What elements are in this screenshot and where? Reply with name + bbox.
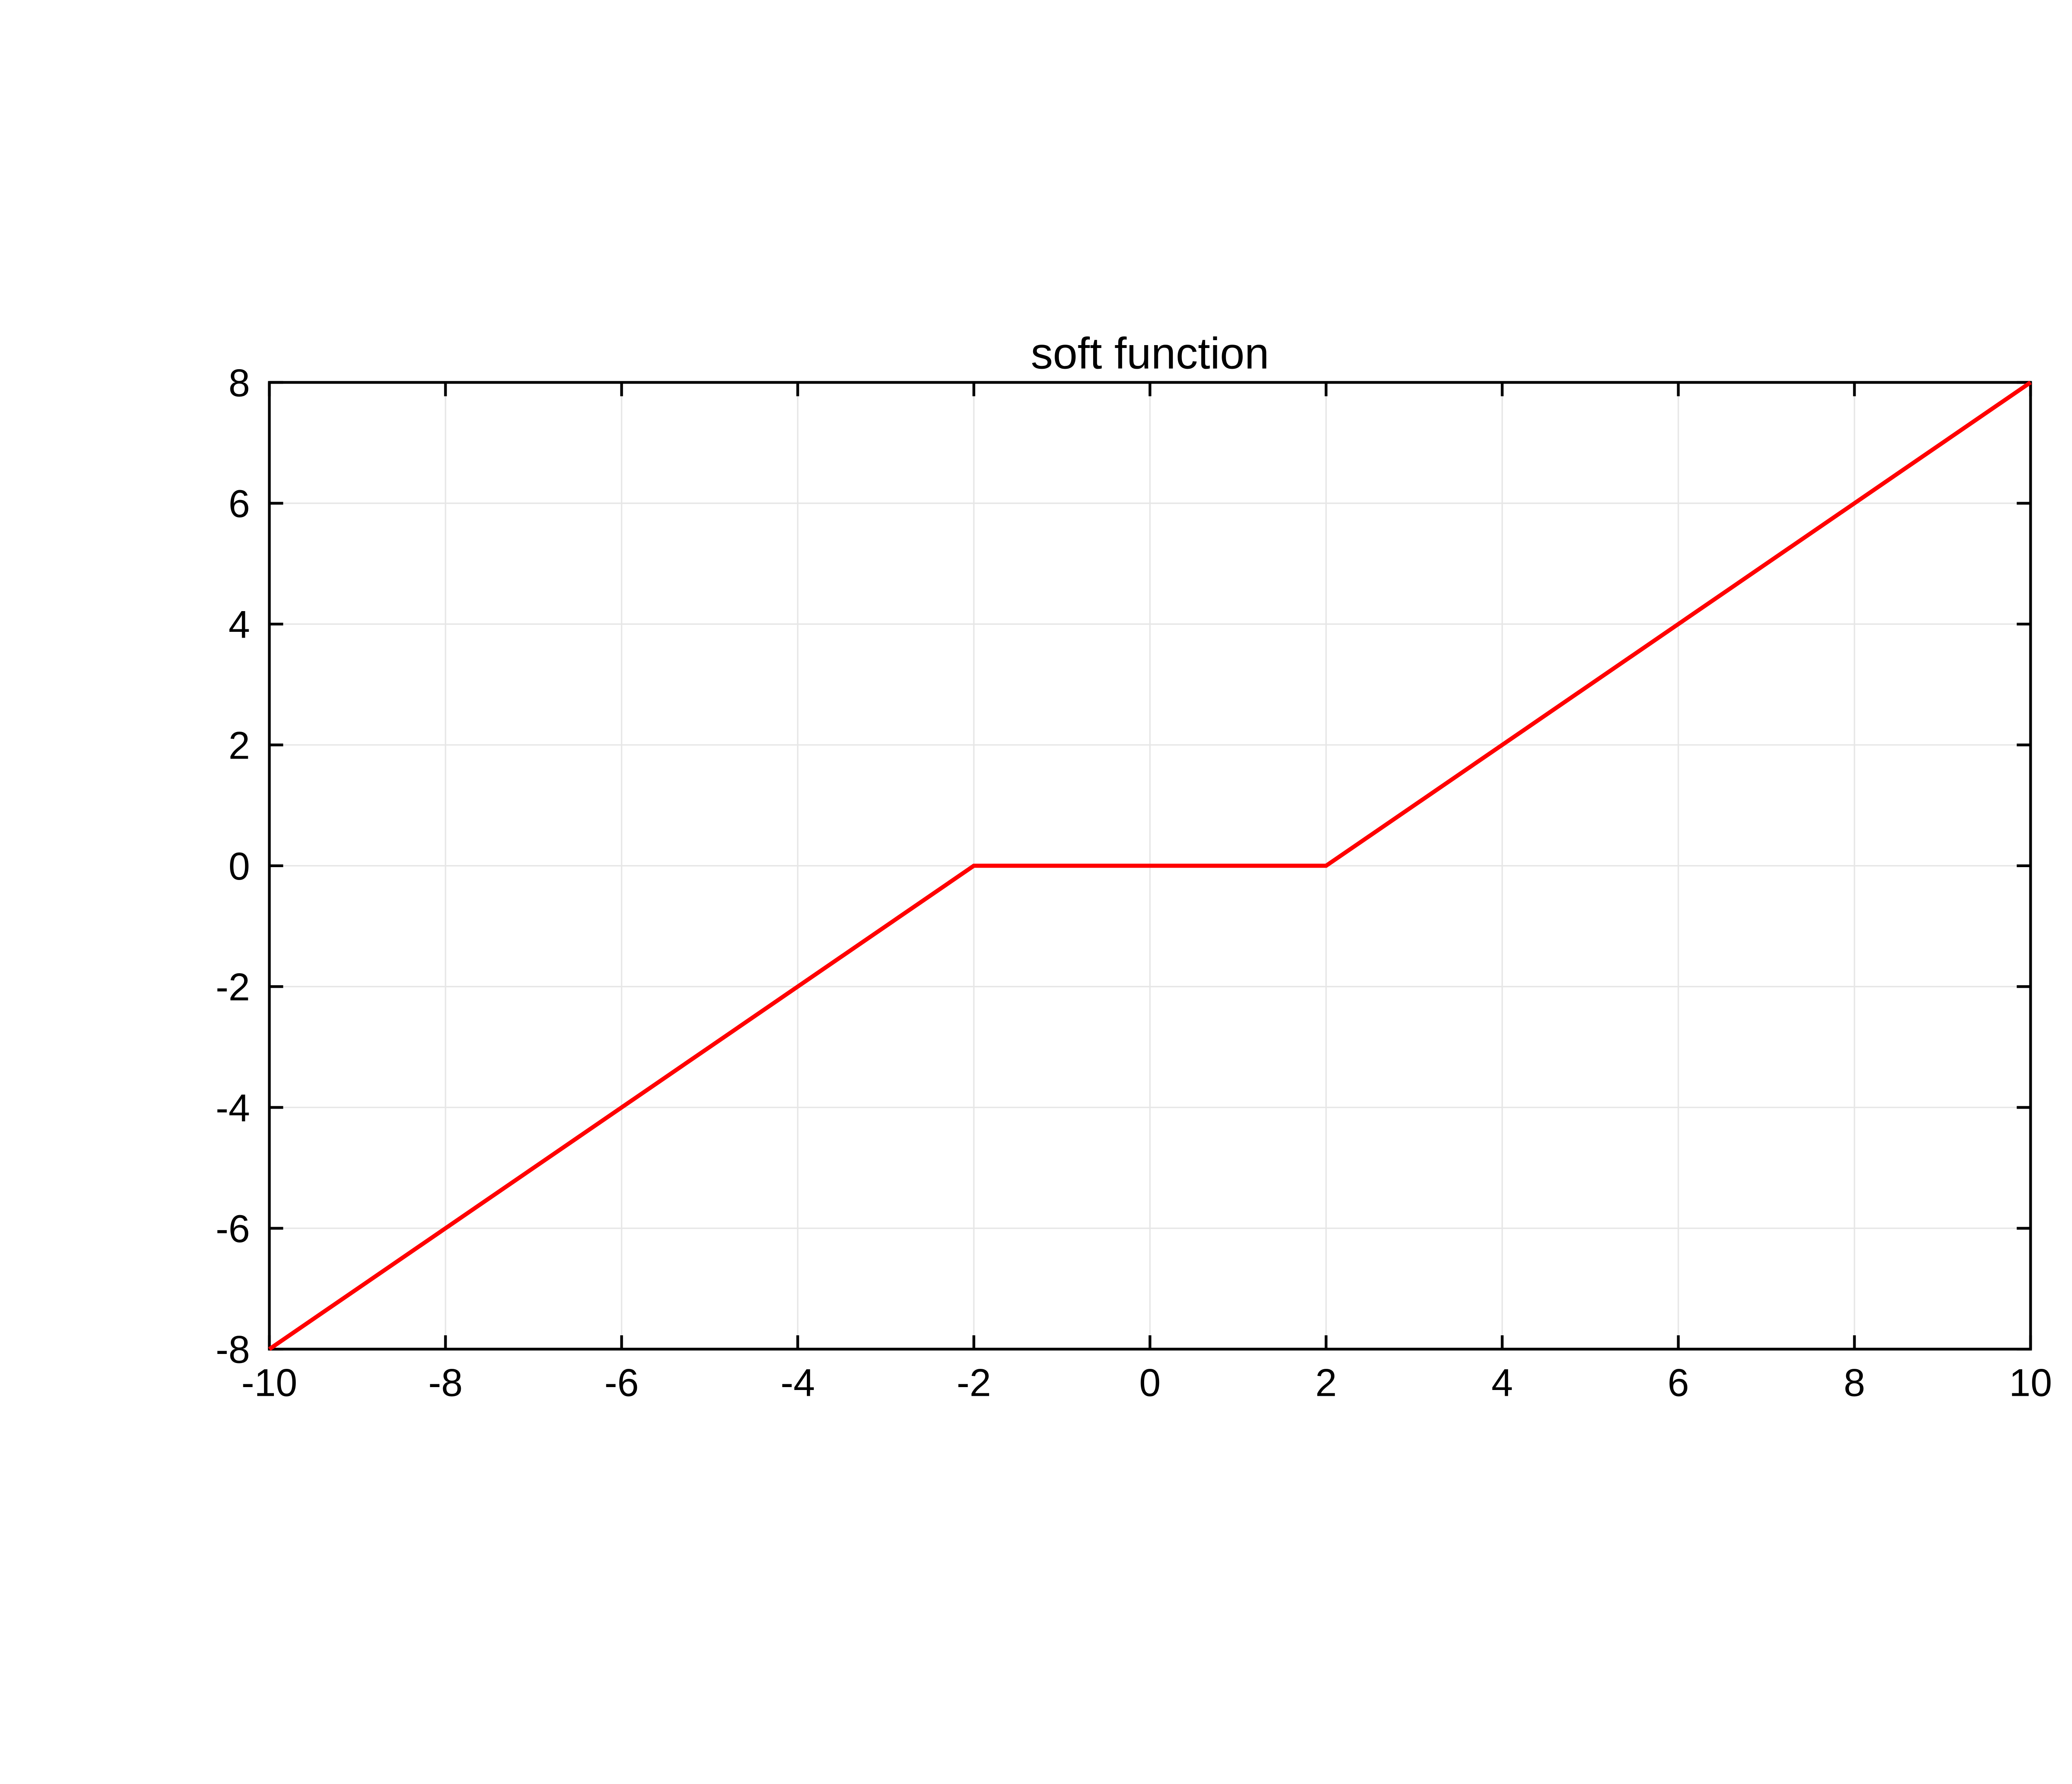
chart-title: soft function — [1031, 329, 1269, 378]
x-tick-label: 0 — [1139, 1361, 1161, 1404]
x-tick-label: -4 — [781, 1361, 815, 1404]
y-tick-label: 4 — [228, 603, 250, 646]
x-tick-label: -6 — [605, 1361, 639, 1404]
x-tick-label: 8 — [1844, 1361, 1865, 1404]
y-tick-label: 6 — [228, 482, 250, 525]
x-tick-label: 10 — [2009, 1361, 2052, 1404]
y-tick-label: -8 — [215, 1328, 250, 1371]
x-tick-label: -8 — [428, 1361, 463, 1404]
x-tick-label: 2 — [1315, 1361, 1337, 1404]
chart-container: -10-8-6-4-20246810-8-6-4-202468soft func… — [0, 0, 2072, 1784]
y-tick-label: -4 — [215, 1086, 250, 1129]
chart-svg: -10-8-6-4-20246810-8-6-4-202468soft func… — [0, 0, 2072, 1784]
x-tick-label: 6 — [1668, 1361, 1689, 1404]
y-tick-label: -6 — [215, 1207, 250, 1250]
y-tick-label: 2 — [228, 724, 250, 767]
x-tick-label: 4 — [1491, 1361, 1513, 1404]
y-tick-label: 8 — [228, 361, 250, 404]
y-tick-label: 0 — [228, 845, 250, 888]
y-tick-label: -2 — [215, 966, 250, 1009]
x-tick-label: -2 — [957, 1361, 991, 1404]
